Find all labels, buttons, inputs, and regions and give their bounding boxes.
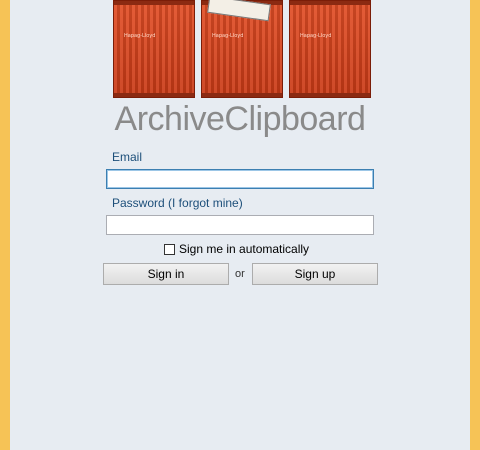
container-right: Hapag-Lloyd [289,0,371,98]
container-label: Hapag-Lloyd [300,33,332,39]
login-window: Hapag-Lloyd Hapag-Lloyd Hapag-Lloyd Arch… [10,0,470,450]
password-label[interactable]: Password (I forgot mine) [112,196,243,210]
or-separator: or [235,268,245,280]
remember-me-label[interactable]: Sign me in automatically [179,242,309,256]
sign-in-button[interactable]: Sign in [103,263,229,285]
sign-up-button[interactable]: Sign up [252,263,378,285]
checkbox-box[interactable] [164,243,175,255]
container-left: Hapag-Lloyd [113,0,195,98]
email-field[interactable] [106,169,374,189]
email-label: Email [112,150,143,164]
password-field[interactable] [106,215,374,235]
container-label: Hapag-Lloyd [124,33,156,39]
app-title: ArchiveClipboard [114,100,366,138]
shipping-containers-icon: Hapag-Lloyd Hapag-Lloyd Hapag-Lloyd [113,0,378,100]
container-label: Hapag-Lloyd [212,33,244,39]
remember-me-checkbox[interactable]: Sign me in automatically [164,241,309,257]
